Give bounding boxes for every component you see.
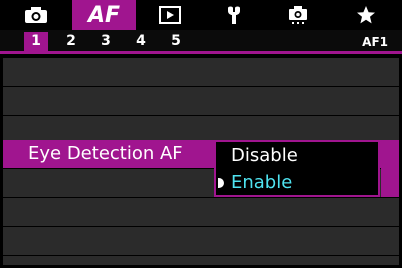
- camera-icon: [25, 7, 47, 23]
- menu-row-6[interactable]: [3, 198, 399, 226]
- tab-af-label: AF: [87, 2, 121, 28]
- page-code: AF1: [362, 35, 388, 49]
- menu-row-2[interactable]: [3, 87, 399, 115]
- tab-custom[interactable]: [278, 0, 318, 30]
- menu-item-label: Eye Detection AF: [28, 143, 183, 164]
- subtab-bar: 1 2 3 4 5 AF1: [0, 30, 402, 54]
- setting-dropdown[interactable]: Disable Enable: [214, 140, 380, 197]
- playback-icon: [159, 6, 181, 24]
- star-icon: [357, 6, 375, 24]
- option-disable-label: Disable: [231, 145, 298, 166]
- menu-row-8: [3, 256, 399, 265]
- subtab-1[interactable]: 1: [24, 32, 48, 51]
- subtab-3[interactable]: 3: [94, 32, 118, 51]
- subtab-2[interactable]: 2: [59, 32, 83, 51]
- tab-shooting[interactable]: [16, 0, 56, 30]
- selected-marker-icon: [218, 178, 224, 188]
- scrollbar[interactable]: [381, 168, 399, 197]
- wrench-icon: [228, 6, 240, 24]
- tab-mymenu[interactable]: [346, 0, 386, 30]
- tab-playback[interactable]: [150, 0, 190, 30]
- menu-tab-bar: AF: [0, 0, 402, 30]
- menu-row-7[interactable]: [3, 227, 399, 255]
- subtab-underline: [0, 51, 402, 54]
- tab-setup[interactable]: [214, 0, 254, 30]
- option-enable-label: Enable: [231, 172, 293, 193]
- option-disable[interactable]: Disable: [216, 142, 378, 169]
- tab-af[interactable]: AF: [72, 0, 136, 30]
- option-enable[interactable]: Enable: [216, 169, 378, 196]
- menu-row-1[interactable]: [3, 58, 399, 86]
- custom-camera-icon: [289, 6, 307, 24]
- subtab-5[interactable]: 5: [164, 32, 188, 51]
- subtab-4[interactable]: 4: [129, 32, 153, 51]
